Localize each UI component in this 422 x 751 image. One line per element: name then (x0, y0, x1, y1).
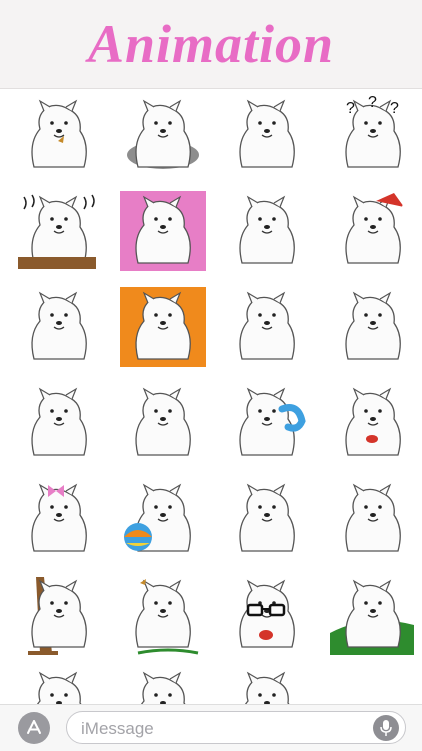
svg-text:?: ? (346, 100, 355, 117)
message-placeholder: iMessage (81, 719, 154, 738)
sticker-samoyed-butterfly[interactable] (12, 92, 106, 178)
sticker-samoyed-tongue[interactable] (326, 380, 420, 466)
sticker-samoyed-standing[interactable] (220, 476, 314, 562)
microphone-icon (380, 720, 392, 736)
sticker-samoyed-walking[interactable] (12, 284, 106, 370)
sticker-samoyed-phone[interactable] (220, 380, 314, 466)
sticker-samoyed-grass[interactable] (326, 572, 420, 658)
svg-text:?: ? (390, 100, 399, 117)
message-field[interactable]: iMessage (66, 711, 406, 744)
sticker-samoyed-glasses[interactable] (220, 572, 314, 658)
sticker-samoyed-confused[interactable]: ??? (326, 92, 420, 178)
sticker-samoyed-sitting[interactable] (116, 380, 210, 466)
sticker-samoyed-curtain[interactable] (116, 188, 210, 274)
svg-text:?: ? (368, 94, 377, 111)
sticker-samoyed-stretch[interactable] (220, 188, 314, 274)
sticker-samoyed-crying[interactable] (326, 476, 420, 562)
sticker-samoyed-hug[interactable] (220, 284, 314, 370)
app-header: Animation (0, 0, 422, 89)
sticker-samoyed-sunburst[interactable] (116, 284, 210, 370)
app-store-icon (27, 720, 41, 734)
microphone-button[interactable] (373, 715, 399, 741)
sticker-samoyed-peek-2[interactable] (116, 664, 210, 704)
page-title: Animation (87, 14, 335, 74)
sticker-samoyed-angry[interactable] (12, 188, 106, 274)
sticker-samoyed-shadow[interactable] (116, 92, 210, 178)
sticker-samoyed-ball[interactable] (116, 476, 210, 562)
sticker-samoyed-peek-1[interactable] (12, 664, 106, 704)
sticker-samoyed-santa-hat[interactable] (326, 188, 420, 274)
sticker-samoyed-butterfly-nose[interactable] (116, 572, 210, 658)
app-store-button[interactable] (18, 712, 50, 744)
sticker-samoyed-bow[interactable] (12, 476, 106, 562)
message-input-bar: iMessage (0, 704, 422, 751)
sticker-samoyed-peek-3[interactable] (220, 664, 314, 704)
sticker-samoyed-smile[interactable] (12, 380, 106, 466)
sticker-samoyed-chin-rest[interactable] (326, 284, 420, 370)
sticker-samoyed-profile[interactable] (220, 92, 314, 178)
sticker-grid: ??? (0, 92, 422, 704)
sticker-samoyed-tree[interactable] (12, 572, 106, 658)
